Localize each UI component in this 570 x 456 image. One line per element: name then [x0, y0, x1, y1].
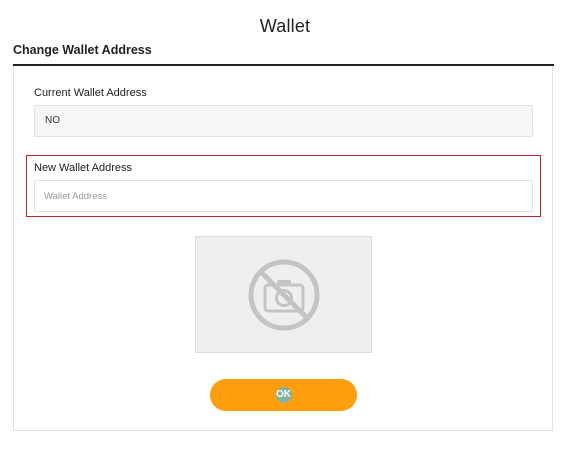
ok-button[interactable]: OK	[210, 379, 357, 411]
image-upload-area[interactable]	[195, 236, 372, 353]
no-camera-icon	[248, 259, 320, 331]
current-wallet-value: NO	[34, 105, 533, 137]
new-wallet-label: New Wallet Address	[34, 162, 133, 174]
current-wallet-label: Current Wallet Address	[34, 87, 147, 99]
ok-button-label: OK	[276, 389, 291, 400]
section-title: Change Wallet Address	[13, 43, 152, 57]
wallet-page: Wallet Change Wallet Address Current Wal…	[0, 0, 570, 456]
wallet-address-input[interactable]	[34, 180, 533, 212]
page-title: Wallet	[259, 16, 311, 36]
